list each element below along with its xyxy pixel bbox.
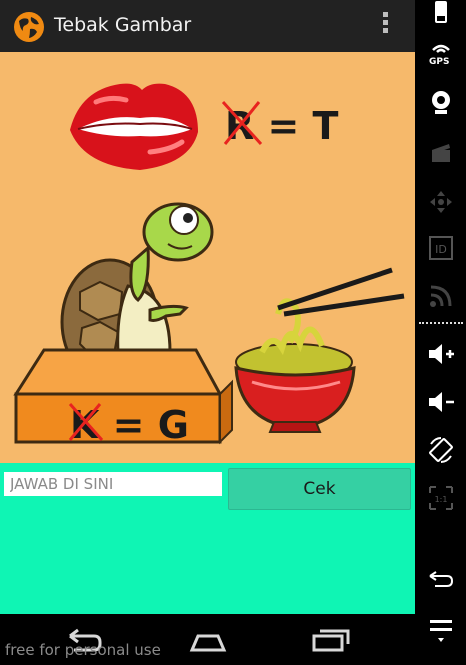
webcam-icon[interactable] [427, 88, 455, 116]
clue-k-g: K = G [68, 403, 189, 447]
sidebar-divider [419, 322, 463, 324]
home-icon[interactable] [188, 624, 228, 656]
watermark: free for personal use [5, 641, 161, 659]
gps-label: GPS [429, 57, 450, 67]
globe-icon[interactable] [13, 11, 45, 43]
rotate-icon[interactable] [427, 436, 455, 464]
action-bar: Tebak Gambar [0, 0, 415, 52]
rss-icon[interactable] [427, 282, 455, 310]
noodle-bowl-image [234, 267, 405, 433]
quiz-illustration: R = T K = G [13, 83, 405, 447]
phone-icon[interactable] [427, 0, 455, 28]
id-label: ID [435, 243, 447, 256]
emulator-sidebar: GPS ID 1:1 [415, 0, 466, 665]
clue-top-text: R = T [225, 104, 339, 148]
id-icon[interactable]: ID [427, 234, 455, 262]
recent-apps-icon[interactable] [310, 624, 350, 656]
quiz-image: R = T K = G [0, 52, 415, 463]
scale-icon[interactable]: 1:1 [427, 484, 455, 512]
clue-r-t: R = T [221, 100, 339, 148]
answer-input[interactable] [4, 472, 222, 496]
menu-icon[interactable] [427, 614, 455, 642]
back-icon[interactable] [427, 566, 455, 594]
svg-text:1:1: 1:1 [435, 495, 448, 504]
clapper-icon[interactable] [427, 140, 455, 168]
volume-up-icon[interactable] [427, 340, 455, 368]
overflow-menu-icon[interactable] [373, 10, 397, 42]
lips-image [70, 83, 198, 170]
check-button[interactable]: Cek [228, 468, 411, 510]
volume-down-icon[interactable] [427, 388, 455, 416]
app-window: Tebak Gambar R = T K = G JAWAB DI SINI C… [0, 0, 415, 614]
dpad-icon[interactable] [427, 188, 455, 216]
app-title: Tebak Gambar [54, 14, 192, 36]
